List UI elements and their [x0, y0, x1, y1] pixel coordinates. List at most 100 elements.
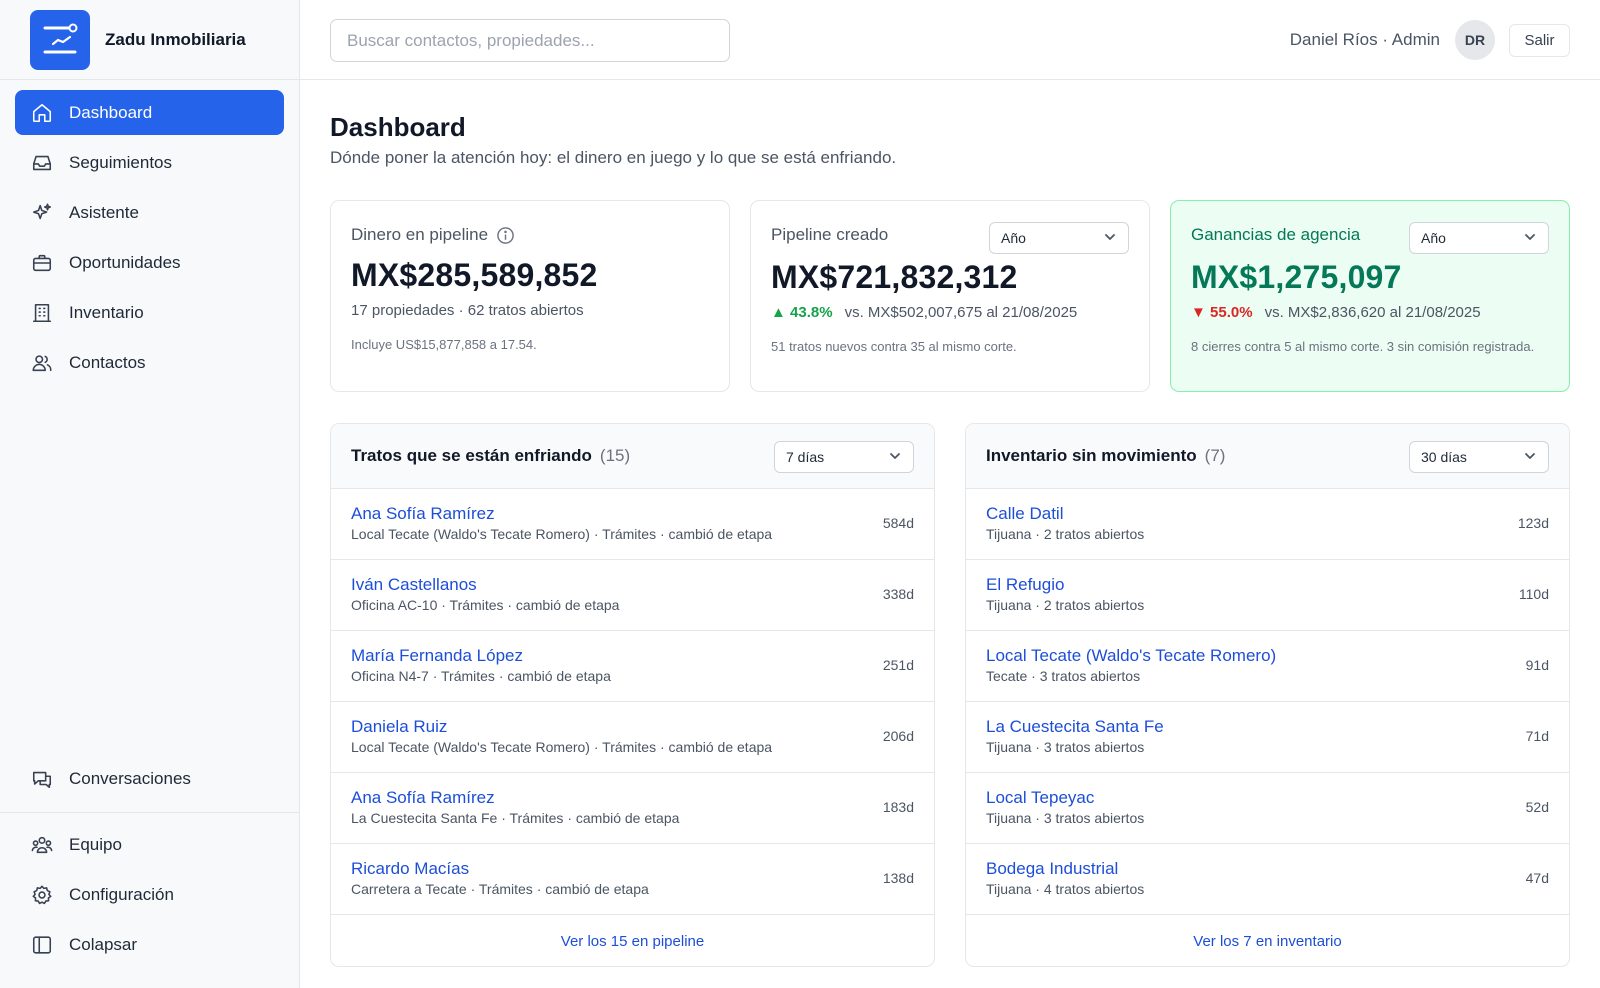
property-link[interactable]: Calle Datil	[986, 503, 1549, 524]
deal-row[interactable]: Ricardo Macías Carretera a Tecate · Trám…	[331, 844, 934, 915]
period-select[interactable]: 7 días	[774, 441, 914, 473]
deal-contact-link[interactable]: Iván Castellanos	[351, 574, 914, 595]
sidebar-item-label: Asistente	[69, 202, 139, 222]
property-row[interactable]: Local Tecate (Waldo's Tecate Romero) Tec…	[966, 631, 1569, 702]
trend-percent-value: 43.8%	[790, 304, 833, 321]
deal-detail: Local Tecate (Waldo's Tecate Romero) · T…	[351, 526, 773, 542]
view-all-pipeline-link[interactable]: Ver los 15 en pipeline	[331, 915, 934, 966]
cooling-deals-panel: Tratos que se están enfriando (15) 7 día…	[330, 423, 935, 967]
period-select[interactable]: 30 días	[1409, 441, 1549, 473]
property-age: 110d	[1518, 586, 1549, 602]
deal-contact-link[interactable]: Ana Sofía Ramírez	[351, 503, 914, 524]
sidebar-item-label: Configuración	[69, 884, 174, 904]
deal-row[interactable]: Daniela Ruiz Local Tecate (Waldo's Tecat…	[331, 702, 934, 773]
chevron-down-icon	[1103, 230, 1117, 247]
sidebar: Zadu Inmobiliaria Dashboard Seguimientos…	[0, 0, 300, 988]
deal-contact-link[interactable]: María Fernanda López	[351, 645, 914, 666]
sidebar-item-label: Seguimientos	[69, 152, 173, 172]
sidebar-item-seguimientos[interactable]: Seguimientos	[15, 140, 284, 185]
deal-detail: La Cuestecita Santa Fe · Trámites · camb…	[351, 810, 680, 826]
sidebar-item-label: Equipo	[69, 834, 122, 854]
property-link[interactable]: La Cuestecita Santa Fe	[986, 716, 1549, 737]
deal-contact-link[interactable]: Ricardo Macías	[351, 858, 914, 879]
sidebar-collapse-icon	[30, 933, 54, 957]
property-link[interactable]: Bodega Industrial	[986, 858, 1549, 879]
card-note: 8 cierres contra 5 al mismo corte. 3 sin…	[1191, 339, 1535, 354]
property-detail: Tijuana · 4 tratos abiertos	[986, 881, 1145, 897]
home-icon	[30, 101, 54, 125]
sidebar-item-equipo[interactable]: Equipo	[15, 822, 284, 867]
sidebar-item-label: Conversaciones	[69, 768, 191, 788]
deal-row[interactable]: Iván Castellanos Oficina AC-10 · Trámite…	[331, 560, 934, 631]
property-row[interactable]: Calle Datil Tijuana · 2 tratos abiertos …	[966, 489, 1569, 560]
deal-contact-link[interactable]: Ana Sofía Ramírez	[351, 787, 914, 808]
property-row[interactable]: Local Tepeyac Tijuana · 3 tratos abierto…	[966, 773, 1569, 844]
period-select-value: 7 días	[786, 449, 825, 465]
deal-detail: Oficina N4-7 · Trámites · cambió de etap…	[351, 668, 611, 684]
sidebar-item-label: Dashboard	[69, 102, 153, 122]
users-icon	[30, 351, 54, 375]
brand-logo-icon[interactable]	[30, 9, 90, 70]
sidebar-item-colapsar[interactable]: Colapsar	[15, 922, 284, 967]
property-link[interactable]: Local Tepeyac	[986, 787, 1549, 808]
info-icon[interactable]	[496, 226, 515, 245]
property-row[interactable]: El Refugio Tijuana · 2 tratos abiertos 1…	[966, 560, 1569, 631]
sidebar-item-label: Oportunidades	[69, 252, 181, 272]
sidebar-item-inventario[interactable]: Inventario	[15, 290, 284, 335]
page-title: Dashboard	[330, 112, 466, 142]
deal-row[interactable]: Ana Sofía Ramírez La Cuestecita Santa Fe…	[331, 773, 934, 844]
property-row[interactable]: Bodega Industrial Tijuana · 4 tratos abi…	[966, 844, 1569, 915]
period-select-value: Año	[1001, 230, 1026, 246]
sidebar-item-label: Colapsar	[69, 934, 138, 954]
brand-name: Zadu Inmobiliaria	[105, 29, 246, 49]
building-icon	[30, 301, 54, 325]
sidebar-item-label: Contactos	[69, 352, 146, 372]
sidebar-item-conversaciones[interactable]: Conversaciones	[15, 756, 284, 801]
card-value: MX$1,275,097	[1191, 259, 1402, 295]
sidebar-item-dashboard[interactable]: Dashboard	[15, 90, 284, 135]
search-input[interactable]	[330, 19, 730, 62]
view-all-inventory-link[interactable]: Ver los 7 en inventario	[966, 915, 1569, 966]
chat-icon	[30, 767, 54, 791]
avatar[interactable]: DR	[1455, 20, 1495, 60]
logout-button[interactable]: Salir	[1509, 24, 1570, 57]
trend-comparison: vs. MX$502,007,675 al 21/08/2025	[844, 304, 1078, 321]
property-link[interactable]: Local Tecate (Waldo's Tecate Romero)	[986, 645, 1549, 666]
sparkles-icon	[30, 201, 54, 225]
sidebar-item-asistente[interactable]: Asistente	[15, 190, 284, 235]
card-note: 51 tratos nuevos contra 35 al mismo cort…	[771, 339, 1017, 354]
deal-row[interactable]: Ana Sofía Ramírez Local Tecate (Waldo's …	[331, 489, 934, 560]
card-value: MX$721,832,312	[771, 259, 1018, 295]
panel-header: Tratos que se están enfriando (15) 7 día…	[331, 424, 934, 489]
property-age: 91d	[1525, 657, 1549, 673]
period-select-value: 30 días	[1421, 449, 1467, 465]
stale-inventory-panel: Inventario sin movimiento (7) 30 días Ca…	[965, 423, 1570, 967]
briefcase-icon	[30, 251, 54, 275]
panel-header: Inventario sin movimiento (7) 30 días	[966, 424, 1569, 489]
chevron-down-icon	[1523, 449, 1537, 466]
deal-contact-link[interactable]: Daniela Ruiz	[351, 716, 914, 737]
deal-detail: Oficina AC-10 · Trámites · cambió de eta…	[351, 597, 620, 613]
period-select[interactable]: Año	[1409, 222, 1549, 254]
sidebar-item-label: Inventario	[69, 302, 144, 322]
pipeline-created-card: Pipeline creado Año MX$721,832,312 ▲ 43.…	[750, 200, 1150, 392]
sidebar-item-contactos[interactable]: Contactos	[15, 340, 284, 385]
property-detail: Tijuana · 2 tratos abiertos	[986, 526, 1145, 542]
trend-indicator: ▲ 43.8% vs. MX$502,007,675 al 21/08/2025	[771, 304, 1129, 321]
page-subtitle: Dónde poner la atención hoy: el dinero e…	[330, 148, 897, 167]
property-age: 52d	[1525, 799, 1549, 815]
period-select[interactable]: Año	[989, 222, 1129, 254]
trend-down-icon: ▼	[1191, 304, 1206, 321]
property-detail: Tijuana · 2 tratos abiertos	[986, 597, 1145, 613]
property-detail: Tecate · 3 tratos abiertos	[986, 668, 1141, 684]
trend-indicator: ▼ 55.0% vs. MX$2,836,620 al 21/08/2025	[1191, 304, 1549, 321]
sidebar-item-oportunidades[interactable]: Oportunidades	[15, 240, 284, 285]
brand: Zadu Inmobiliaria	[0, 0, 299, 80]
deal-row[interactable]: María Fernanda López Oficina N4-7 · Trám…	[331, 631, 934, 702]
sidebar-item-configuracion[interactable]: Configuración	[15, 872, 284, 917]
top-header: Daniel Ríos · Admin DR Salir	[300, 0, 1600, 80]
property-link[interactable]: El Refugio	[986, 574, 1549, 595]
deal-age: 206d	[882, 728, 914, 744]
property-row[interactable]: La Cuestecita Santa Fe Tijuana · 3 trato…	[966, 702, 1569, 773]
deal-age: 584d	[882, 515, 914, 531]
